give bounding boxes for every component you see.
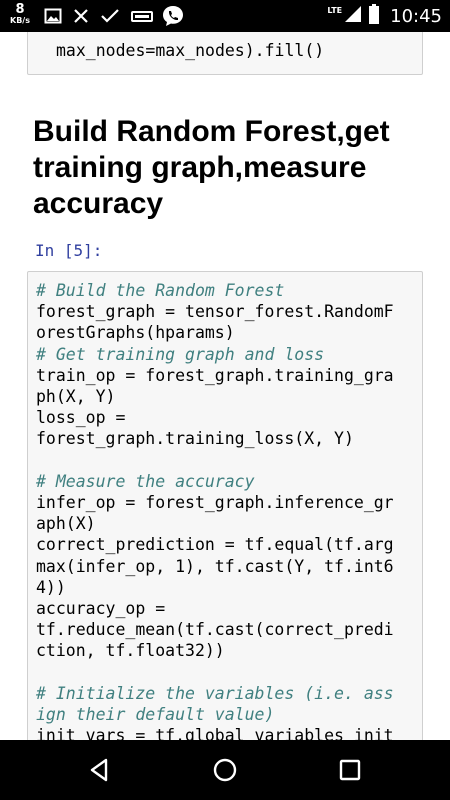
code-line: 4))	[36, 577, 66, 597]
code-line: correct_prediction = tf.equal(tf.arg	[36, 535, 394, 555]
section-heading: Build Random Forest,get training graph,m…	[33, 115, 390, 220]
code-line: aph(X)	[36, 514, 96, 534]
status-bar: 8 KB/s LTE 10:45	[0, 0, 450, 32]
battery-icon	[368, 4, 380, 28]
back-icon[interactable]	[86, 756, 114, 784]
network-speed-value: 8	[15, 2, 25, 17]
code-line: init_vars = tf.global_variables_init	[36, 726, 394, 740]
code-comment-line: ign their default value)	[36, 705, 275, 725]
clock: 10:45	[390, 5, 442, 27]
navigation-bar	[0, 740, 450, 800]
code-line: loss_op =	[36, 408, 126, 428]
good-badge-icon	[130, 6, 154, 30]
code-line: accuracy_op =	[36, 599, 166, 619]
code-line: infer_op = forest_graph.inference_gr	[36, 493, 394, 513]
status-bar-right: LTE 10:45	[327, 0, 442, 32]
previous-code-cell[interactable]: max_nodes=max_nodes).fill()	[27, 32, 423, 75]
code-block: # Build the Random Forest forest_graph = …	[36, 280, 394, 740]
input-prompt: In [5]:	[35, 241, 103, 260]
previous-cell-line: max_nodes=max_nodes).fill()	[56, 41, 325, 60]
network-speed: 8 KB/s	[6, 3, 34, 25]
code-line: ph(X, Y)	[36, 387, 116, 407]
network-type: LTE	[327, 5, 343, 15]
code-comment-line: # Measure the accuracy	[36, 471, 255, 491]
code-line: forest_graph = tensor_forest.RandomF	[36, 302, 394, 322]
home-icon[interactable]	[211, 756, 239, 784]
code-line: ction, tf.float32))	[36, 641, 225, 661]
chat-phone-icon	[162, 5, 184, 31]
code-line: orestGraphs(hparams)	[36, 323, 235, 343]
close-x-icon	[72, 7, 90, 29]
code-comment-line: # Get training graph and loss	[36, 344, 325, 364]
code-cell[interactable]: # Build the Random Forest forest_graph = …	[27, 271, 423, 740]
image-icon	[44, 7, 62, 29]
signal-icon	[344, 5, 362, 27]
code-line: forest_graph.training_loss(X, Y)	[36, 429, 354, 449]
recents-icon[interactable]	[336, 756, 364, 784]
code-line: tf.reduce_mean(tf.cast(correct_predi	[36, 620, 394, 640]
notebook-content[interactable]: max_nodes=max_nodes).fill() Build Random…	[0, 32, 450, 740]
code-line: max(infer_op, 1), tf.cast(Y, tf.int6	[36, 556, 394, 576]
code-line: train_op = forest_graph.training_gra	[36, 365, 394, 385]
check-icon	[100, 7, 120, 29]
code-comment-line: # Build the Random Forest	[36, 281, 285, 300]
code-comment-line: # Initialize the variables (i.e. ass	[36, 683, 394, 703]
network-speed-unit: KB/s	[10, 16, 30, 25]
